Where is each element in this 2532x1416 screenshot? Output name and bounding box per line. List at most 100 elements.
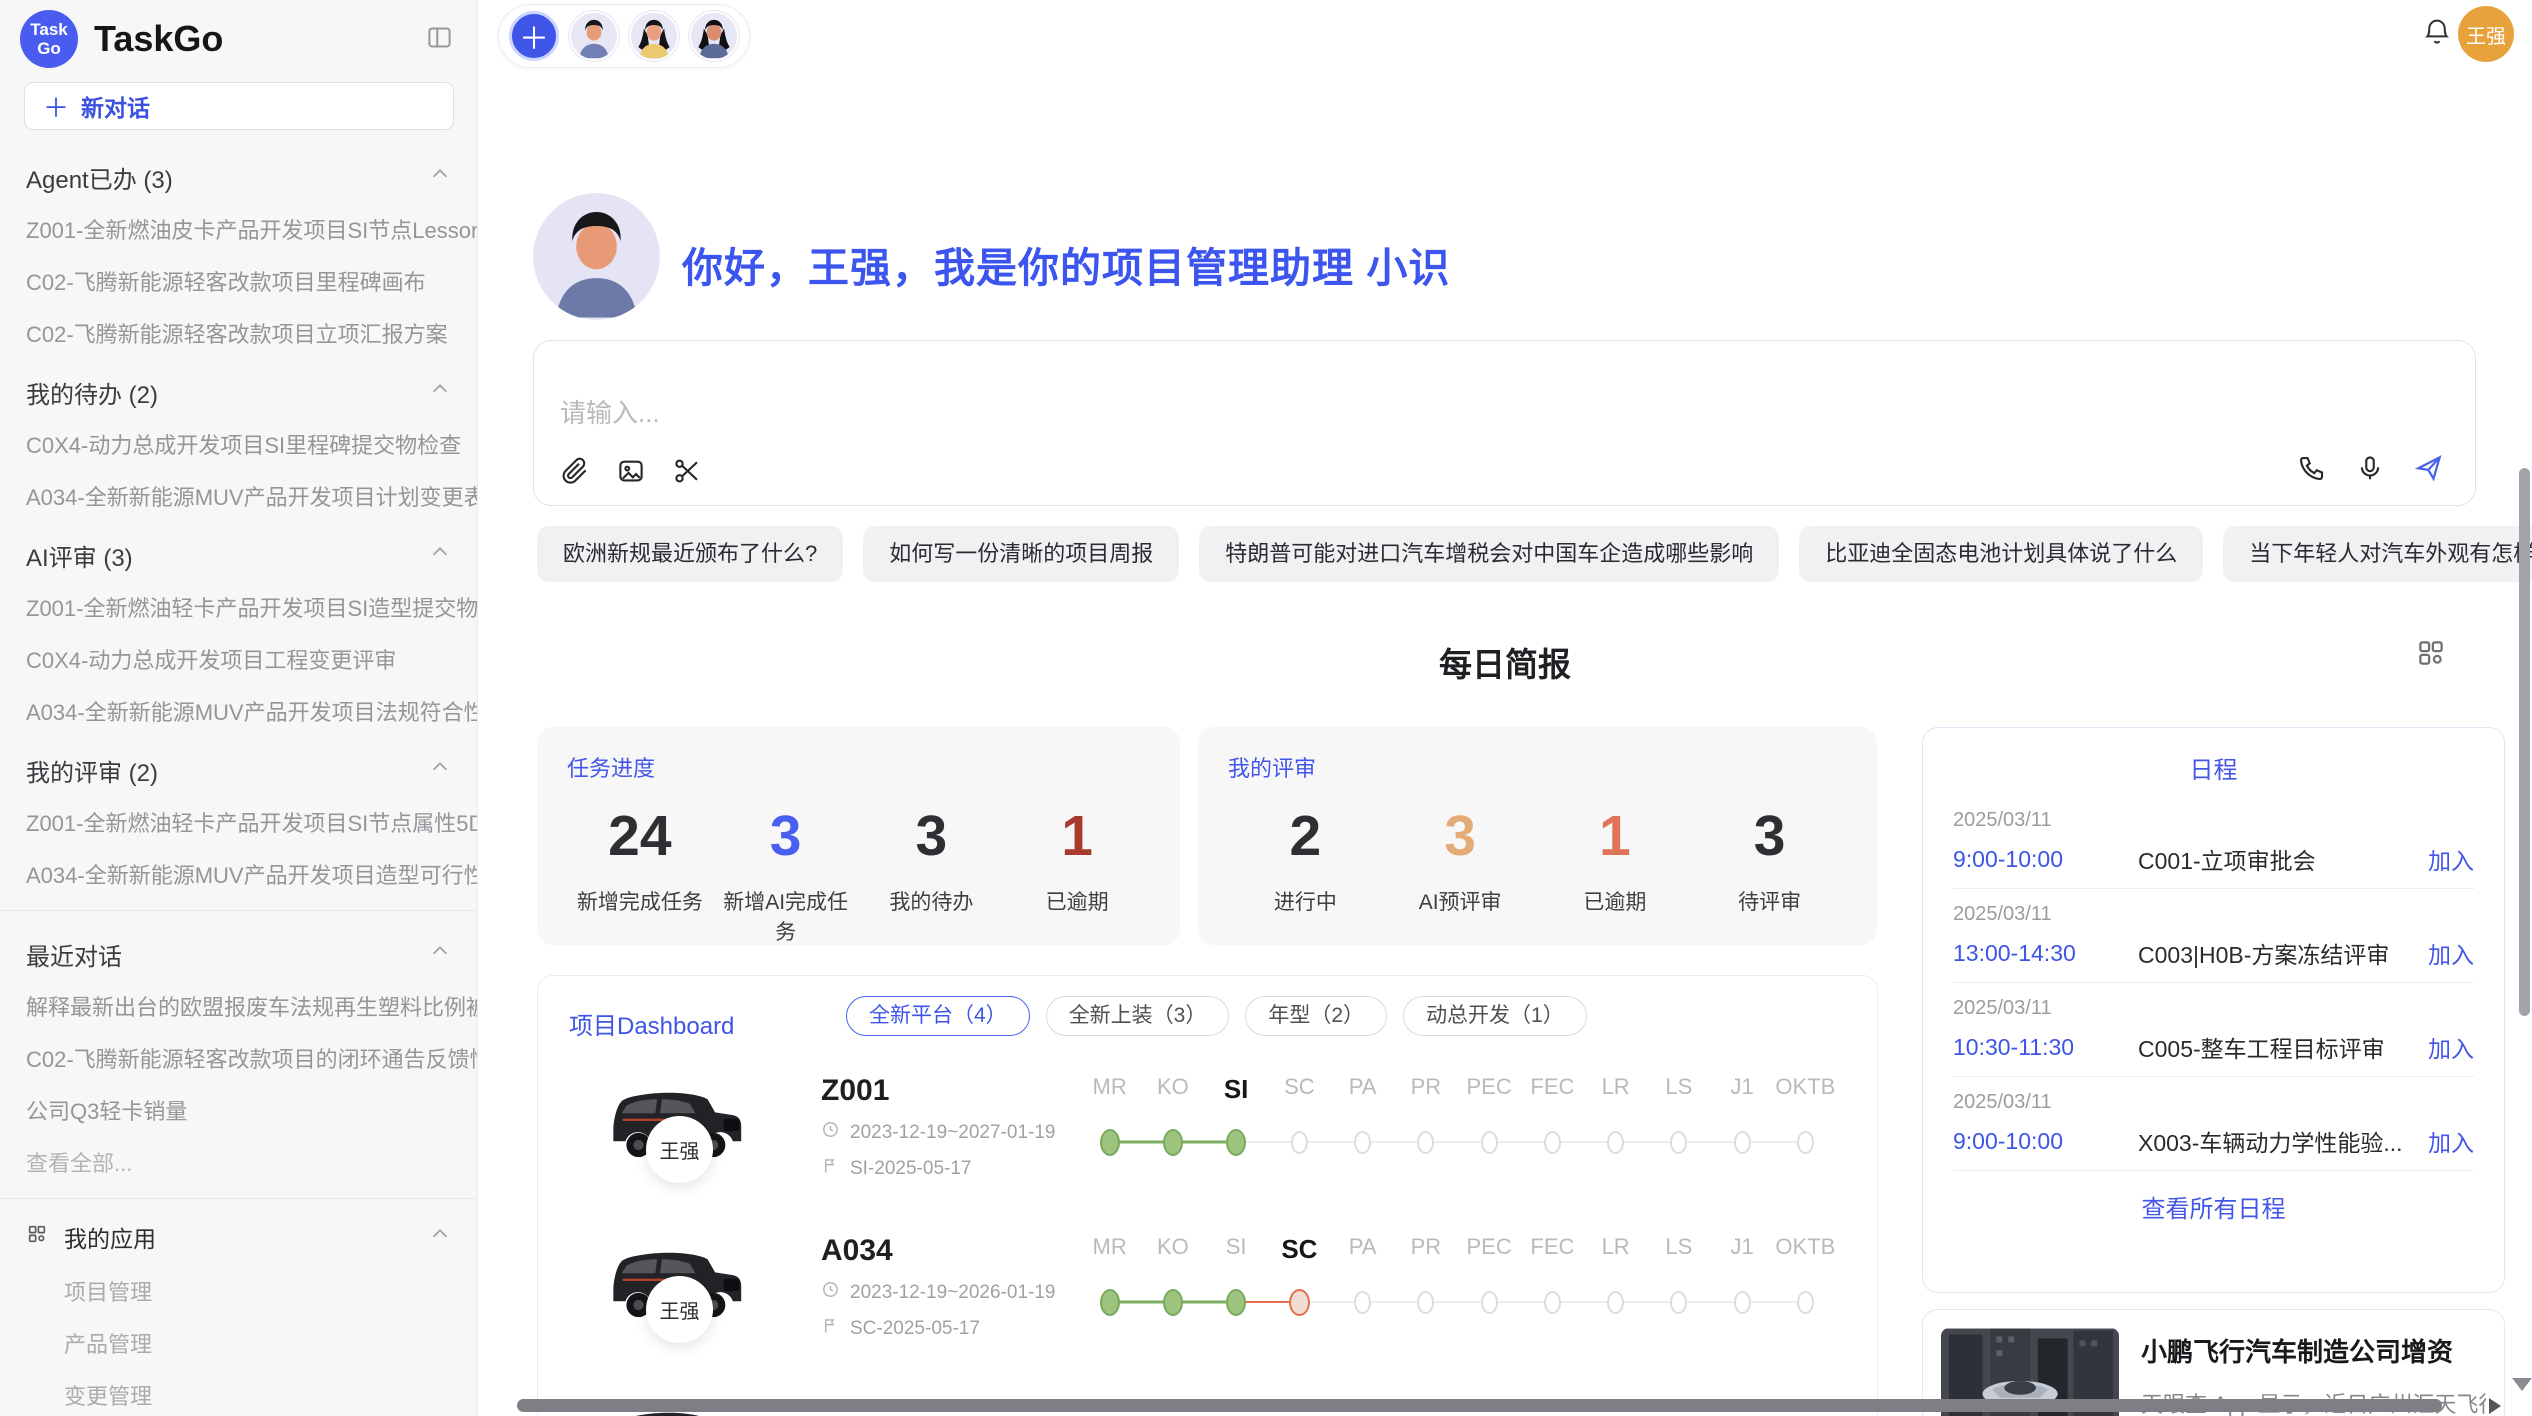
agent-avatar-3[interactable] — [689, 11, 739, 61]
suggestion-chip[interactable]: 比亚迪全固态电池计划具体说了什么 — [1799, 526, 2203, 582]
suggestion-chip[interactable]: 特朗普可能对进口汽车增税会对中国车企造成哪些影响 — [1199, 526, 1779, 582]
sidebar-task-item[interactable]: A034-全新新能源MUV产品开发项目法规符合性评审 — [0, 685, 477, 737]
project-node-text: SC-2025-05-17 — [850, 1318, 980, 1340]
sidebar-section-header[interactable]: Agent已办 (3) — [0, 144, 477, 203]
sidebar: Task Go TaskGo ＋ 新对话 Agent已办 (3)Z001-全新燃… — [0, 0, 478, 1416]
milestone-dot — [1289, 1289, 1310, 1316]
briefing-card: 任务进度24新增完成任务3新增AI完成任务3我的待办1已逾期 — [537, 727, 1180, 945]
sidebar-task-item[interactable]: A034-全新新能源MUV产品开发项目计划变更表编写 — [0, 470, 477, 522]
schedule-name: X003-车辆动力学性能验... — [2138, 1124, 2428, 1158]
stat-label: AI预评审 — [1383, 886, 1538, 916]
scroll-right-arrow[interactable] — [2489, 1398, 2501, 1414]
briefing-card-title: 我的评审 — [1228, 751, 1847, 783]
sidebar-task-item[interactable]: C02-飞腾新能源轻客改款项目里程碑画布 — [0, 255, 477, 307]
schedule-item: 2025/03/119:00-10:00X003-车辆动力学性能验...加入 — [1953, 1077, 2474, 1171]
milestone-dot — [1544, 1291, 1561, 1314]
sidebar-task-item[interactable]: C0X4-动力总成开发项目工程变更评审 — [0, 633, 477, 685]
stat-label: 进行中 — [1228, 886, 1383, 916]
chat-input[interactable] — [560, 393, 2060, 439]
agent-avatar-1[interactable] — [569, 11, 619, 61]
suggestion-chip[interactable]: 如何写一份清晰的项目周报 — [863, 526, 1179, 582]
microphone-icon — [2355, 453, 2385, 486]
vertical-scrollbar[interactable] — [2519, 468, 2530, 1016]
chat-composer — [533, 340, 2476, 506]
schedule-item: 2025/03/1113:00-14:30C003|H0B-方案冻结评审加入 — [1953, 889, 2474, 983]
chevron-up-icon — [429, 756, 451, 785]
app-sub-item[interactable]: 产品管理 — [0, 1317, 477, 1369]
briefing-layout-icon[interactable] — [2416, 638, 2446, 673]
milestone-label: OKTB — [1774, 1074, 1837, 1105]
user-avatar[interactable]: 王强 — [2458, 6, 2514, 62]
logo-text-bottom: Go — [37, 39, 61, 58]
suggestion-chip[interactable]: 欧洲新规最近颁布了什么? — [537, 526, 843, 582]
attach-file-button[interactable] — [560, 456, 590, 489]
milestone-dot — [1354, 1291, 1371, 1314]
project-owner-badge: 王强 — [646, 1116, 713, 1183]
sidebar-collapse-button[interactable] — [422, 20, 457, 58]
recent-conversation-item[interactable]: 公司Q3轻卡销量 — [0, 1084, 477, 1136]
milestone-label: MR — [1078, 1074, 1141, 1105]
sidebar-section-header[interactable]: 我的待办 (2) — [0, 359, 477, 418]
sidebar-section-header[interactable]: 我的评审 (2) — [0, 737, 477, 796]
briefing-stat: 3待评审 — [1692, 805, 1847, 916]
milestone-dot — [1797, 1131, 1814, 1154]
recent-conversation-item[interactable]: 查看全部... — [0, 1136, 477, 1188]
app-sub-item[interactable]: 变更管理 — [0, 1369, 477, 1416]
join-meeting-link[interactable]: 加入 — [2428, 1030, 2474, 1064]
horizontal-scrollbar[interactable] — [517, 1399, 2442, 1412]
recent-conversations-header[interactable]: 最近对话 — [0, 921, 477, 980]
sidebar-task-item[interactable]: C02-飞腾新能源轻客改款项目立项汇报方案 — [0, 307, 477, 359]
milestone-dot — [1734, 1291, 1751, 1314]
sidebar-task-item[interactable]: Z001-全新燃油皮卡产品开发项目SI节点Lesson Learn报告 — [0, 203, 477, 255]
stat-value: 24 — [567, 805, 713, 868]
dashboard-tab[interactable]: 全新上装（3） — [1046, 996, 1230, 1036]
sidebar-task-item[interactable]: Z001-全新燃油轻卡产品开发项目SI节点属性5D文件评审 — [0, 796, 477, 848]
sidebar-section-header[interactable]: AI评审 (3) — [0, 522, 477, 581]
microphone-button[interactable] — [2355, 453, 2385, 486]
briefing-stat: 3我的待办 — [859, 805, 1005, 946]
schedule-name: C003|H0B-方案冻结评审 — [2138, 936, 2428, 970]
milestone-label: PR — [1394, 1234, 1457, 1265]
app-sub-item[interactable]: 项目管理 — [0, 1265, 477, 1317]
notification-bell-icon[interactable] — [2421, 16, 2453, 53]
view-all-schedule-link[interactable]: 查看所有日程 — [1953, 1171, 2474, 1242]
dashboard-tab[interactable]: 年型（2） — [1245, 996, 1387, 1036]
agent-avatar-2[interactable] — [629, 11, 679, 61]
new-chat-button[interactable]: ＋ 新对话 — [24, 82, 454, 130]
sidebar-item-my-apps[interactable]: 我的应用 — [0, 1209, 477, 1265]
join-meeting-link[interactable]: 加入 — [2428, 1124, 2474, 1158]
screenshot-button[interactable] — [672, 456, 702, 489]
apps-grid-icon — [26, 1223, 48, 1251]
join-meeting-link[interactable]: 加入 — [2428, 842, 2474, 876]
sidebar-task-item[interactable]: Z001-全新燃油轻卡产品开发项目SI造型提交物评审 — [0, 581, 477, 633]
chevron-up-icon — [429, 940, 451, 969]
suggestion-chip[interactable]: 当下年轻人对汽车外观有怎样的喜好趋势 — [2223, 526, 2532, 582]
stat-label: 待评审 — [1692, 886, 1847, 916]
send-button[interactable] — [2413, 452, 2445, 487]
stat-label: 新增AI完成任务 — [713, 886, 859, 946]
join-meeting-link[interactable]: 加入 — [2428, 936, 2474, 970]
project-dates-text: 2023-12-19~2027-01-19 — [850, 1122, 1055, 1144]
scroll-down-arrow[interactable] — [2512, 1378, 2532, 1391]
new-chat-label: 新对话 — [81, 89, 150, 123]
dashboard-tab[interactable]: 动总开发（1） — [1403, 996, 1587, 1036]
project-node: SI-2025-05-17 — [821, 1156, 971, 1181]
milestone-dot — [1417, 1291, 1434, 1314]
project-node-text: SI-2025-05-17 — [850, 1158, 971, 1180]
daily-briefing-title: 每日简报 — [478, 638, 2532, 686]
milestone-label: FEC — [1521, 1234, 1584, 1265]
project-dates: 2023-12-19~2026-01-19 — [821, 1280, 1055, 1305]
sidebar-task-item[interactable]: A034-全新新能源MUV产品开发项目造型可行性评审 — [0, 848, 477, 900]
add-agent-button[interactable]: ＋ — [509, 11, 559, 61]
milestone-dot — [1100, 1289, 1120, 1316]
insert-image-button[interactable] — [616, 456, 646, 489]
milestone-track: MRKOSISCPAPRPECFECLRLSJ1OKTB — [1078, 1234, 1837, 1325]
sidebar-task-item[interactable]: C0X4-动力总成开发项目SI里程碑提交物检查 — [0, 418, 477, 470]
stat-value: 2 — [1228, 805, 1383, 868]
recent-conversation-item[interactable]: C02-飞腾新能源轻客改款项目的闭环通告反馈情况 — [0, 1032, 477, 1084]
recent-conversation-item[interactable]: 解释最新出台的欧盟报废车法规再生塑料比例被调至15%... — [0, 980, 477, 1032]
project-dates-text: 2023-12-19~2026-01-19 — [850, 1282, 1055, 1304]
voice-call-button[interactable] — [2297, 453, 2327, 486]
milestone-dot-row — [1078, 1279, 1837, 1325]
dashboard-tab[interactable]: 全新平台（4） — [846, 996, 1030, 1036]
